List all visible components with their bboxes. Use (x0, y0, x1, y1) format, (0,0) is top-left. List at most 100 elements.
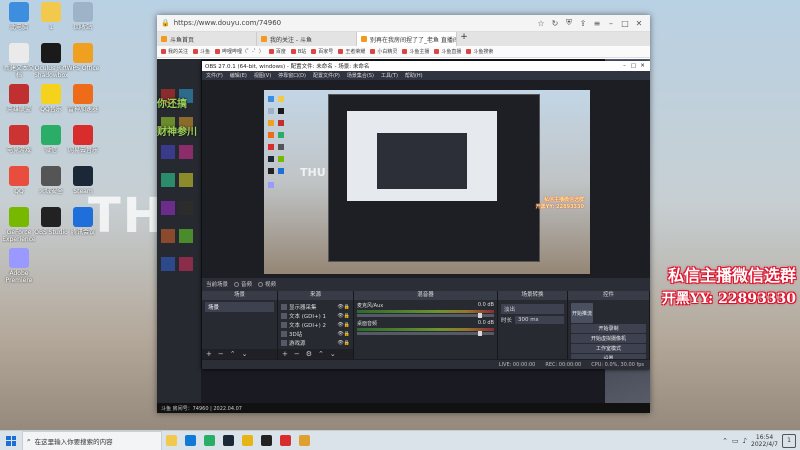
bookmark-item[interactable]: 斗鱼 (193, 48, 210, 55)
taskbar-app[interactable] (295, 431, 314, 450)
move-down-button[interactable]: ⌄ (330, 350, 336, 358)
network-icon[interactable]: ▭ (732, 437, 739, 445)
video-toggle[interactable]: 视频 (258, 280, 276, 288)
audio-toggle[interactable]: 音频 (234, 280, 252, 288)
desktop-icon[interactable]: 此电脑 (2, 2, 36, 38)
desktop-icon[interactable]: Adobe Premiere (2, 248, 36, 284)
close-button[interactable]: ✕ (632, 19, 646, 28)
bookmark-item[interactable]: 小白精灵 (370, 48, 397, 55)
source-item[interactable]: 游戏源 👁🔒 (281, 338, 350, 347)
control-button[interactable]: 开始录制 (571, 324, 646, 333)
shield-icon[interactable]: ⛨ (562, 18, 576, 28)
taskbar-app[interactable] (276, 431, 295, 450)
bookmark-item[interactable]: 哔哩哔哩（゜-゜） (215, 48, 264, 55)
live-stream-view[interactable]: 你还搞 财神参川 OBS 27.0.1 (64-bit, windows) - … (157, 59, 650, 413)
star-icon[interactable]: ☆ (534, 19, 548, 28)
desktop-icon[interactable]: 电竞游戏 (2, 125, 36, 161)
desktop-icon[interactable]: GeForce Experience (2, 207, 36, 243)
source-item[interactable]: 文本 (GDI+) 2 👁🔒 (281, 320, 350, 329)
notification-button[interactable]: 1 (782, 433, 796, 448)
taskbar-app[interactable] (219, 431, 238, 450)
add-scene-button[interactable]: + (206, 350, 212, 358)
source-settings-icon[interactable]: ⚙ (306, 350, 312, 358)
obs-menu-item[interactable]: 编辑(E) (230, 72, 247, 79)
move-down-button[interactable]: ⌄ (242, 350, 248, 358)
visibility-lock-icon[interactable]: 👁🔒 (337, 340, 350, 346)
volume-slider[interactable] (357, 331, 494, 336)
desktop-icon[interactable]: 新建文本文档 (2, 43, 36, 79)
bookmark-item[interactable]: 斗鱼搜索 (466, 48, 493, 55)
desktop-icon[interactable]: 回收站 (66, 2, 100, 38)
bookmark-item[interactable]: 斗鱼主播 (402, 48, 429, 55)
add-source-button[interactable]: + (282, 350, 288, 358)
bookmark-item[interactable]: 斗鱼直播 (434, 48, 461, 55)
taskbar-app[interactable] (257, 431, 276, 450)
obs-menu-item[interactable]: 场景集合(S) (347, 72, 374, 79)
obs-menu-item[interactable]: 帮助(H) (405, 72, 423, 79)
obs-menu-item[interactable]: 停靠窗口(D) (278, 72, 306, 79)
chevron-up-icon[interactable]: ⌃ (722, 437, 728, 445)
bookmark-item[interactable]: 百度 (268, 48, 286, 55)
obs-menu-item[interactable]: 视图(V) (254, 72, 271, 79)
move-up-button[interactable]: ⌃ (318, 350, 324, 358)
tab-live-room[interactable]: 别再在我房间捏了了_老鱼 直播间 (357, 32, 457, 46)
source-item[interactable]: 文本 (GDI+) 1 👁🔒 (281, 311, 350, 320)
menu-icon[interactable]: ≡ (590, 19, 604, 28)
bookmark-item[interactable]: 百家号 (311, 48, 333, 55)
control-button[interactable]: 工作室模式 (571, 344, 646, 353)
source-item[interactable]: 显示器采集 👁🔒 (281, 302, 350, 311)
obs-minimize-button[interactable]: – (620, 63, 629, 69)
obs-maximize-button[interactable]: □ (629, 63, 638, 69)
remove-scene-button[interactable]: − (218, 350, 224, 358)
desktop-icon[interactable]: WPS Office (66, 43, 100, 79)
desktop-icon[interactable]: 英雄联盟 (2, 84, 36, 120)
desktop-icon[interactable]: 雷神加速器 (66, 84, 100, 120)
taskbar-app[interactable] (181, 431, 200, 450)
obs-preview[interactable]: THU 私信主播微信选群 开黑YY: 22893330 (202, 80, 650, 278)
obs-close-button[interactable]: ✕ (638, 63, 647, 69)
move-up-button[interactable]: ⌃ (230, 350, 236, 358)
obs-menu-item[interactable]: 配置文件(P) (313, 72, 340, 79)
desktop-icon[interactable]: QQ (2, 166, 36, 202)
bookmark-item[interactable]: 我的关注 (161, 48, 188, 55)
visibility-lock-icon[interactable]: 👁🔒 (337, 313, 350, 319)
desktop-icon[interactable]: OBS Studio (34, 207, 68, 243)
maximize-button[interactable]: □ (618, 19, 632, 28)
app-icon (73, 43, 93, 63)
desktop-icon[interactable]: 火绒安全 (34, 166, 68, 202)
taskbar-search[interactable]: ⌕ 在这里输入你要搜索的内容 (22, 430, 162, 450)
share-icon[interactable]: ⇪ (576, 19, 590, 28)
taskbar-app[interactable] (162, 431, 181, 450)
minimize-button[interactable]: – (604, 19, 618, 28)
obs-menu-item[interactable]: 文件(F) (206, 72, 223, 79)
scene-item[interactable]: 场景 (205, 302, 274, 312)
taskbar-app[interactable] (238, 431, 257, 450)
taskbar-app[interactable] (200, 431, 219, 450)
desktop-icon[interactable]: 微信 (34, 125, 68, 161)
tab-follow[interactable]: 我的关注 - 斗鱼 (257, 32, 357, 46)
desktop-icon[interactable]: Oculus Rift Shadowbox (34, 43, 68, 79)
start-button[interactable] (0, 431, 22, 450)
obs-menu-item[interactable]: 工具(T) (381, 72, 398, 79)
desktop-icon[interactable]: QQ音乐 (34, 84, 68, 120)
bookmark-item[interactable]: B站 (290, 48, 306, 55)
visibility-lock-icon[interactable]: 👁🔒 (337, 331, 350, 337)
source-item[interactable]: 3D站 👁🔒 (281, 329, 350, 338)
desktop-icon[interactable]: 1 (34, 2, 68, 38)
control-button[interactable]: 开始虚拟摄像机 (571, 334, 646, 343)
visibility-lock-icon[interactable]: 👁🔒 (337, 322, 350, 328)
new-tab-button[interactable]: + (457, 32, 471, 46)
duration-input[interactable]: 300 ms (515, 316, 564, 324)
desktop-icon[interactable]: 网易云音乐 (66, 125, 100, 161)
volume-slider[interactable] (357, 313, 494, 318)
remove-source-button[interactable]: − (294, 350, 300, 358)
refresh-icon[interactable]: ↻ (548, 19, 562, 28)
control-button[interactable]: 开始推流 (571, 303, 593, 323)
bookmark-item[interactable]: 王者荣耀 (338, 48, 365, 55)
transition-select[interactable]: 淡出 (501, 304, 564, 314)
visibility-lock-icon[interactable]: 👁🔒 (337, 304, 350, 310)
url-field[interactable]: https://www.douyu.com/74960 (170, 19, 534, 27)
clock[interactable]: 16:54 2022/4/7 (751, 434, 778, 448)
tab-douyu-home[interactable]: 斗鱼首页 (157, 32, 257, 46)
volume-icon[interactable]: ♪ (743, 437, 747, 445)
